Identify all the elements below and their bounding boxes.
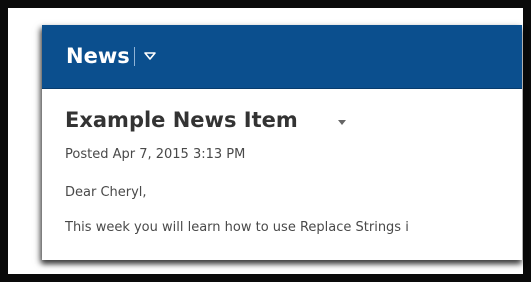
news-item-title[interactable]: Example News Item bbox=[65, 107, 298, 133]
news-widget-header: News bbox=[42, 25, 522, 89]
widget-title: News bbox=[66, 44, 130, 68]
news-body-text: This week you will learn how to use Repl… bbox=[65, 220, 409, 235]
screenshot-inner-border: News Example News Item Posted Apr 7, 201… bbox=[7, 7, 524, 275]
chevron-down-icon[interactable] bbox=[142, 46, 158, 64]
news-widget: News Example News Item Posted Apr 7, 201… bbox=[42, 25, 522, 260]
news-greeting: Dear Cheryl, bbox=[65, 185, 147, 200]
title-divider bbox=[134, 47, 135, 66]
posted-date: Posted Apr 7, 2015 3:13 PM bbox=[65, 147, 246, 162]
caret-down-icon[interactable] bbox=[336, 118, 348, 128]
